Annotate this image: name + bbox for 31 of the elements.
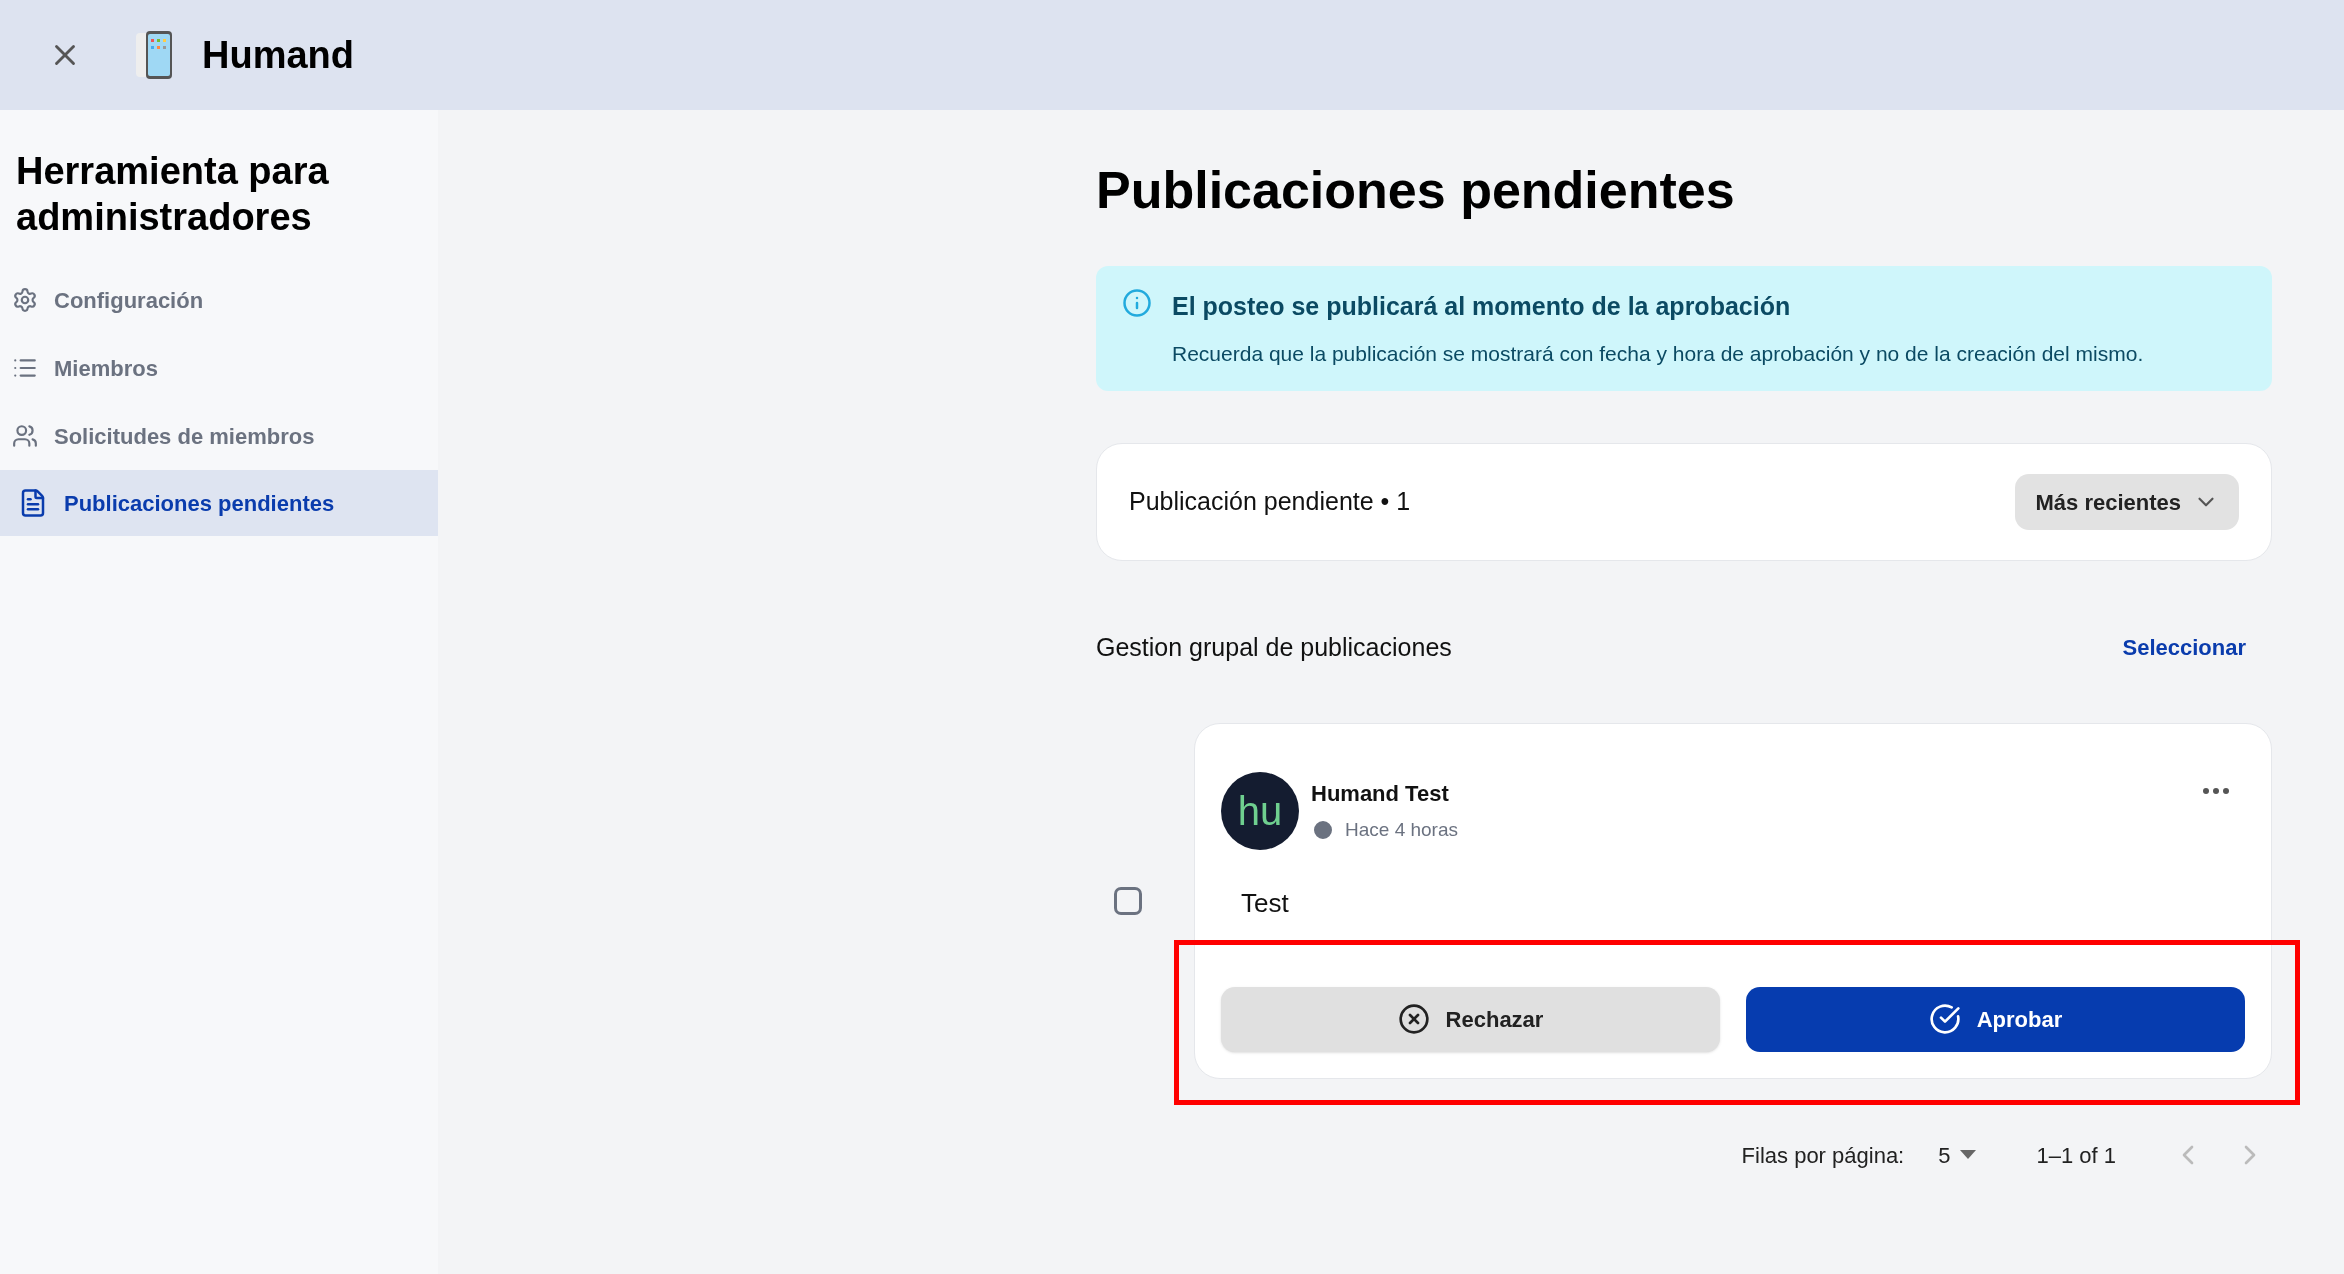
- rows-label: Filas por página:: [1741, 1141, 1905, 1170]
- author-name: Humand Test: [1311, 779, 1450, 808]
- app-title: Humand: [202, 32, 354, 78]
- bulk-label: Gestion grupal de publicaciones: [1096, 632, 1452, 663]
- avatar: hu: [1221, 771, 1299, 850]
- checkbox[interactable]: [1114, 886, 1142, 915]
- close-circle-icon: [1397, 1003, 1430, 1035]
- approve-button[interactable]: Aprobar: [1746, 986, 2245, 1052]
- sidebar-item[interactable]: Miembros: [0, 334, 438, 402]
- pending-count: Publicación pendiente • 1: [1129, 486, 1411, 518]
- sidebar-item[interactable]: Configuración: [0, 266, 438, 334]
- rows-dropdown[interactable]: 5: [1938, 1138, 1977, 1172]
- info-text: Recuerda que la publicación se mostrará con fecha y hora de aprobación y no de la creación del mismo.: [1172, 340, 2144, 367]
- gear-icon: [12, 287, 38, 313]
- post-time: Hace 4 horas: [1345, 817, 1458, 842]
- people-icon: [12, 423, 38, 449]
- page-title: Publicaciones pendientes: [1096, 160, 1736, 221]
- check-circle-icon: [1928, 1003, 1961, 1035]
- sidebar-item[interactable]: Solicitudes de miembros: [0, 402, 438, 470]
- page-range: 1–1 of 1: [2036, 1141, 2116, 1170]
- post-body: Test: [1241, 886, 1289, 920]
- info-title: El posteo se publicará al momento de la aprobación: [1172, 291, 1792, 322]
- info-icon: [1122, 288, 1152, 318]
- more-icon: [2203, 787, 2229, 794]
- phone-icon: [134, 30, 174, 80]
- sidebar-title: Herramienta para administradores: [15, 149, 330, 240]
- select-link[interactable]: Seleccionar: [2122, 631, 2246, 665]
- caret-icon: [1960, 1150, 1977, 1160]
- reject-button[interactable]: Rechazar: [1221, 986, 1720, 1052]
- sidebar-item[interactable]: Publicaciones pendientes: [0, 470, 438, 536]
- sort-dropdown[interactable]: Más recientes: [2015, 474, 2239, 530]
